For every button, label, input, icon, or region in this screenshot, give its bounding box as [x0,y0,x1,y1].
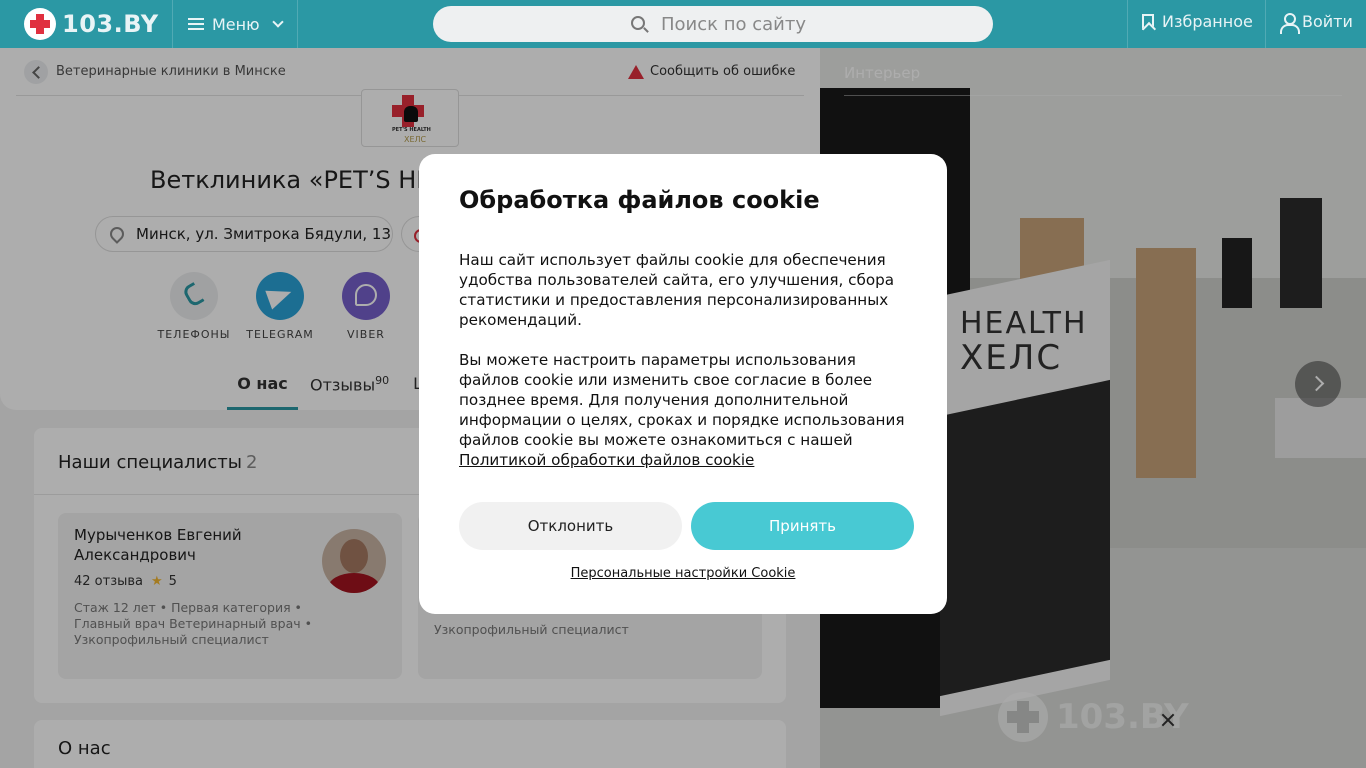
login-label: Войти [1302,12,1353,31]
site-logo[interactable]: 103.BY [24,8,159,40]
cookie-text-2: Вы можете настроить параметры использова… [459,351,905,469]
menu-button[interactable]: Меню [188,12,284,36]
cookie-policy-link[interactable]: Политикой обработки файлов cookie [459,451,754,469]
logo-text: 103.BY [62,10,159,38]
hamburger-icon [188,18,204,30]
medical-cross-icon [24,8,56,40]
user-icon [1280,12,1300,34]
cookie-settings-link[interactable]: Персональные настройки Cookie [419,566,947,581]
cookie-modal: Обработка файлов cookie Наш сайт использ… [419,154,947,614]
favorites-label: Избранное [1162,12,1253,31]
accept-button[interactable]: Принять [691,502,914,550]
chevron-down-icon [271,16,284,28]
cookie-title: Обработка файлов cookie [459,186,820,214]
site-header: 103.BY Меню Избранное Войти [0,0,1366,48]
header-divider [1265,0,1266,48]
bookmark-icon [1142,13,1154,30]
header-divider [297,0,298,48]
search-input[interactable] [661,6,961,42]
login-button[interactable]: Войти [1280,12,1353,34]
cookie-text: Наш сайт использует файлы cookie для обе… [459,251,895,329]
favorites-button[interactable]: Избранное [1142,12,1253,31]
header-divider [1127,0,1128,48]
menu-label: Меню [212,14,260,34]
header-divider [172,0,173,48]
search-bar[interactable] [433,6,993,42]
decline-button[interactable]: Отклонить [459,502,682,550]
search-icon [631,16,645,30]
